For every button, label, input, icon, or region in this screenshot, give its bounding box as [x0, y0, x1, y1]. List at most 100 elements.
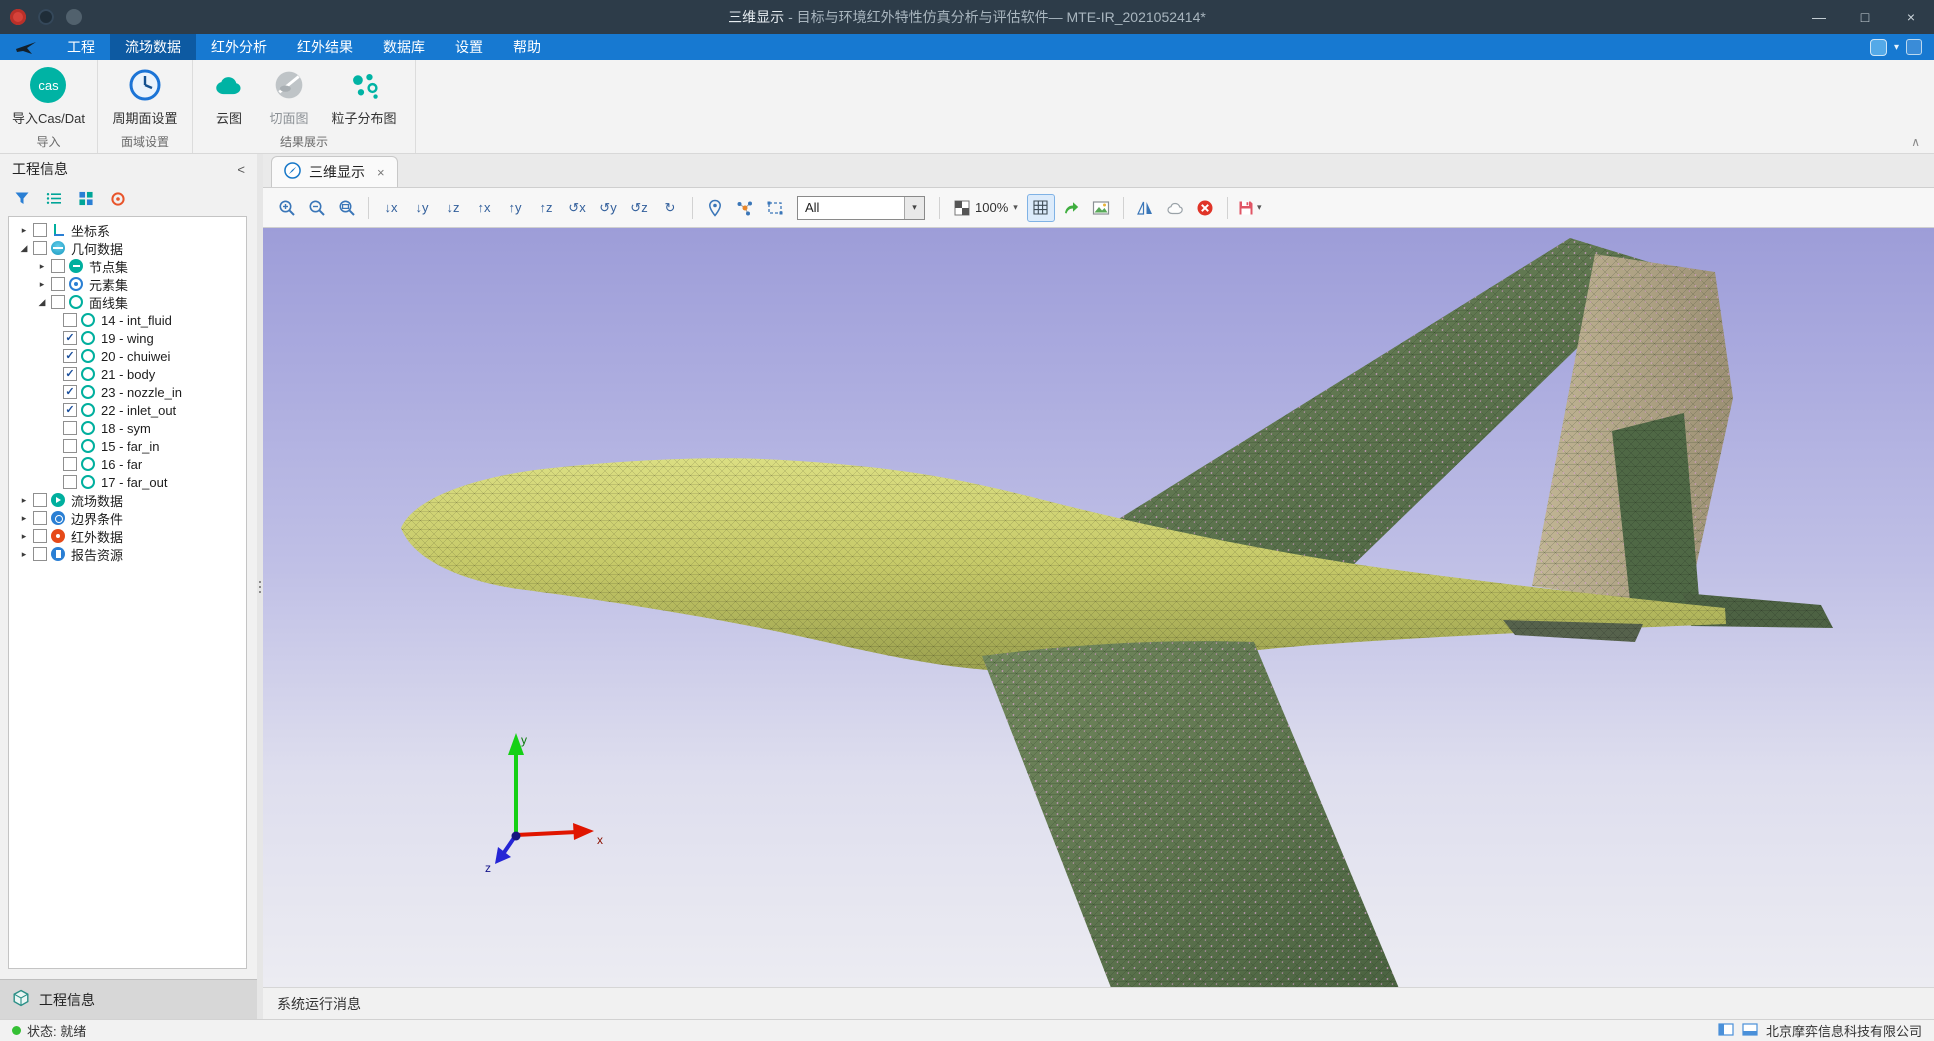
locate-pin-button[interactable]	[701, 194, 728, 221]
rotate-y-button[interactable]: ↺y	[594, 194, 622, 221]
checkbox[interactable]	[63, 313, 77, 327]
panel-toggle-left-icon[interactable]	[1718, 1022, 1734, 1040]
expander-icon[interactable]: ▸	[17, 495, 31, 506]
tree-item-sym[interactable]: 18 - sym	[9, 419, 246, 437]
import-cas-dat-button[interactable]: cas 导入Cas/Dat	[8, 65, 89, 129]
model-near-wing[interactable]	[982, 641, 1403, 987]
checkbox[interactable]	[33, 241, 47, 255]
checkbox[interactable]	[63, 457, 77, 471]
checkbox[interactable]	[33, 223, 47, 237]
ribbon-collapse-button[interactable]: ∧	[1911, 135, 1920, 149]
particle-distribution-button[interactable]: 粒子分布图	[321, 65, 407, 129]
theme-icon[interactable]	[1870, 39, 1887, 56]
tree-item-int-fluid[interactable]: 14 - int_fluid	[9, 311, 246, 329]
zoom-out-button[interactable]	[303, 194, 330, 221]
grid-toggle-button[interactable]	[1027, 194, 1055, 222]
expander-icon[interactable]: ▸	[35, 279, 49, 290]
minimize-button[interactable]: —	[1796, 0, 1842, 34]
tree-item-far[interactable]: 16 - far	[9, 455, 246, 473]
snapshot-button[interactable]	[1088, 194, 1115, 221]
tab-close-icon[interactable]: ×	[377, 165, 385, 180]
view-pos-z-button[interactable]: ↑z	[532, 194, 560, 221]
tree-item-report-resources[interactable]: ▸ 报告资源	[9, 545, 246, 563]
display-filter-combobox[interactable]: All ▾	[797, 196, 925, 220]
checkbox[interactable]: ✓	[63, 331, 77, 345]
panel-collapse-button[interactable]: <	[237, 162, 245, 177]
menu-tab-help[interactable]: 帮助	[498, 34, 556, 60]
cloud-display-button[interactable]	[1162, 194, 1189, 221]
expander-icon[interactable]: ◢	[17, 243, 31, 254]
combobox-dropdown-button[interactable]: ▾	[904, 197, 924, 219]
tree-item-chuiwei[interactable]: ✓ 20 - chuiwei	[9, 347, 246, 365]
tree-item-infrared-data[interactable]: ▸ 红外数据	[9, 527, 246, 545]
expander-icon[interactable]: ▸	[17, 513, 31, 524]
free-rotate-button[interactable]: ↻	[656, 194, 684, 221]
tree-item-wing[interactable]: ✓ 19 - wing	[9, 329, 246, 347]
aircraft-mesh-model[interactable]: y x z	[263, 228, 1934, 987]
viewport-3d[interactable]: y x z	[263, 228, 1934, 987]
section-map-button[interactable]: 切面图	[259, 65, 319, 129]
checkbox[interactable]: ✓	[63, 385, 77, 399]
tree-item-inlet-out[interactable]: ✓ 22 - inlet_out	[9, 401, 246, 419]
expander-icon[interactable]: ▸	[35, 261, 49, 272]
export-flow-button[interactable]	[1058, 194, 1085, 221]
checkbox[interactable]	[33, 547, 47, 561]
tree-item-far-out[interactable]: 17 - far_out	[9, 473, 246, 491]
checkbox[interactable]: ✓	[63, 403, 77, 417]
locate-target-icon[interactable]	[110, 191, 126, 210]
menu-tab-infrared-results[interactable]: 红外结果	[282, 34, 368, 60]
grid-view-icon[interactable]	[78, 191, 94, 209]
checkbox[interactable]	[51, 295, 65, 309]
molecule-button[interactable]	[731, 194, 758, 221]
menu-tab-infrared-analysis[interactable]: 红外分析	[196, 34, 282, 60]
model-fuselage[interactable]	[401, 458, 1726, 671]
project-tree[interactable]: ▸ 坐标系 ◢ 几何数据 ▸ 节点集 ▸	[8, 216, 247, 969]
zoom-fit-button[interactable]	[333, 194, 360, 221]
tree-item-element-set[interactable]: ▸ 元素集	[9, 275, 246, 293]
view-neg-y-button[interactable]: ↓y	[408, 194, 436, 221]
checkbox[interactable]	[33, 493, 47, 507]
menu-tab-flowfield-data[interactable]: 流场数据	[110, 34, 196, 60]
transparency-dropdown[interactable]: 100% ▾	[948, 200, 1024, 216]
expander-icon[interactable]: ▸	[17, 531, 31, 542]
maximize-button[interactable]: □	[1842, 0, 1888, 34]
project-info-footer-tab[interactable]: 工程信息	[0, 979, 257, 1019]
tree-item-coordinate-system[interactable]: ▸ 坐标系	[9, 221, 246, 239]
checkbox[interactable]: ✓	[63, 349, 77, 363]
save-view-button[interactable]: ▾	[1236, 194, 1263, 221]
periodic-face-settings-button[interactable]: 周期面设置	[106, 65, 184, 129]
checkbox[interactable]	[51, 277, 65, 291]
mirror-button[interactable]	[1132, 194, 1159, 221]
menu-tab-project[interactable]: 工程	[52, 34, 110, 60]
view-pos-y-button[interactable]: ↑y	[501, 194, 529, 221]
rotate-x-button[interactable]: ↺x	[563, 194, 591, 221]
checkbox[interactable]	[51, 259, 65, 273]
tree-item-far-in[interactable]: 15 - far_in	[9, 437, 246, 455]
zoom-in-button[interactable]	[273, 194, 300, 221]
tree-item-node-set[interactable]: ▸ 节点集	[9, 257, 246, 275]
expander-icon[interactable]: ▸	[17, 225, 31, 236]
layout-icon[interactable]	[1906, 39, 1922, 55]
cancel-button[interactable]	[1192, 194, 1219, 221]
contour-map-button[interactable]: 云图	[201, 65, 257, 129]
checkbox[interactable]	[63, 421, 77, 435]
checkbox[interactable]	[33, 529, 47, 543]
tree-item-flowfield-data[interactable]: ▸ 流场数据	[9, 491, 246, 509]
checkbox[interactable]	[63, 475, 77, 489]
rotate-z-button[interactable]: ↺z	[625, 194, 653, 221]
tree-item-geometry-data[interactable]: ◢ 几何数据	[9, 239, 246, 257]
tree-item-boundary-conditions[interactable]: ▸ 边界条件	[9, 509, 246, 527]
expander-icon[interactable]: ▸	[17, 549, 31, 560]
filter-icon[interactable]	[14, 191, 30, 209]
checkbox[interactable]	[63, 439, 77, 453]
box-select-button[interactable]	[761, 194, 788, 221]
view-pos-x-button[interactable]: ↑x	[470, 194, 498, 221]
close-button[interactable]: ×	[1888, 0, 1934, 34]
tab-3d-display[interactable]: 三维显示 ×	[271, 156, 398, 187]
view-neg-x-button[interactable]: ↓x	[377, 194, 405, 221]
expander-icon[interactable]: ◢	[35, 297, 49, 308]
menu-tab-database[interactable]: 数据库	[368, 34, 440, 60]
tree-item-nozzle-in[interactable]: ✓ 23 - nozzle_in	[9, 383, 246, 401]
tree-item-face-set[interactable]: ◢ 面线集	[9, 293, 246, 311]
view-neg-z-button[interactable]: ↓z	[439, 194, 467, 221]
